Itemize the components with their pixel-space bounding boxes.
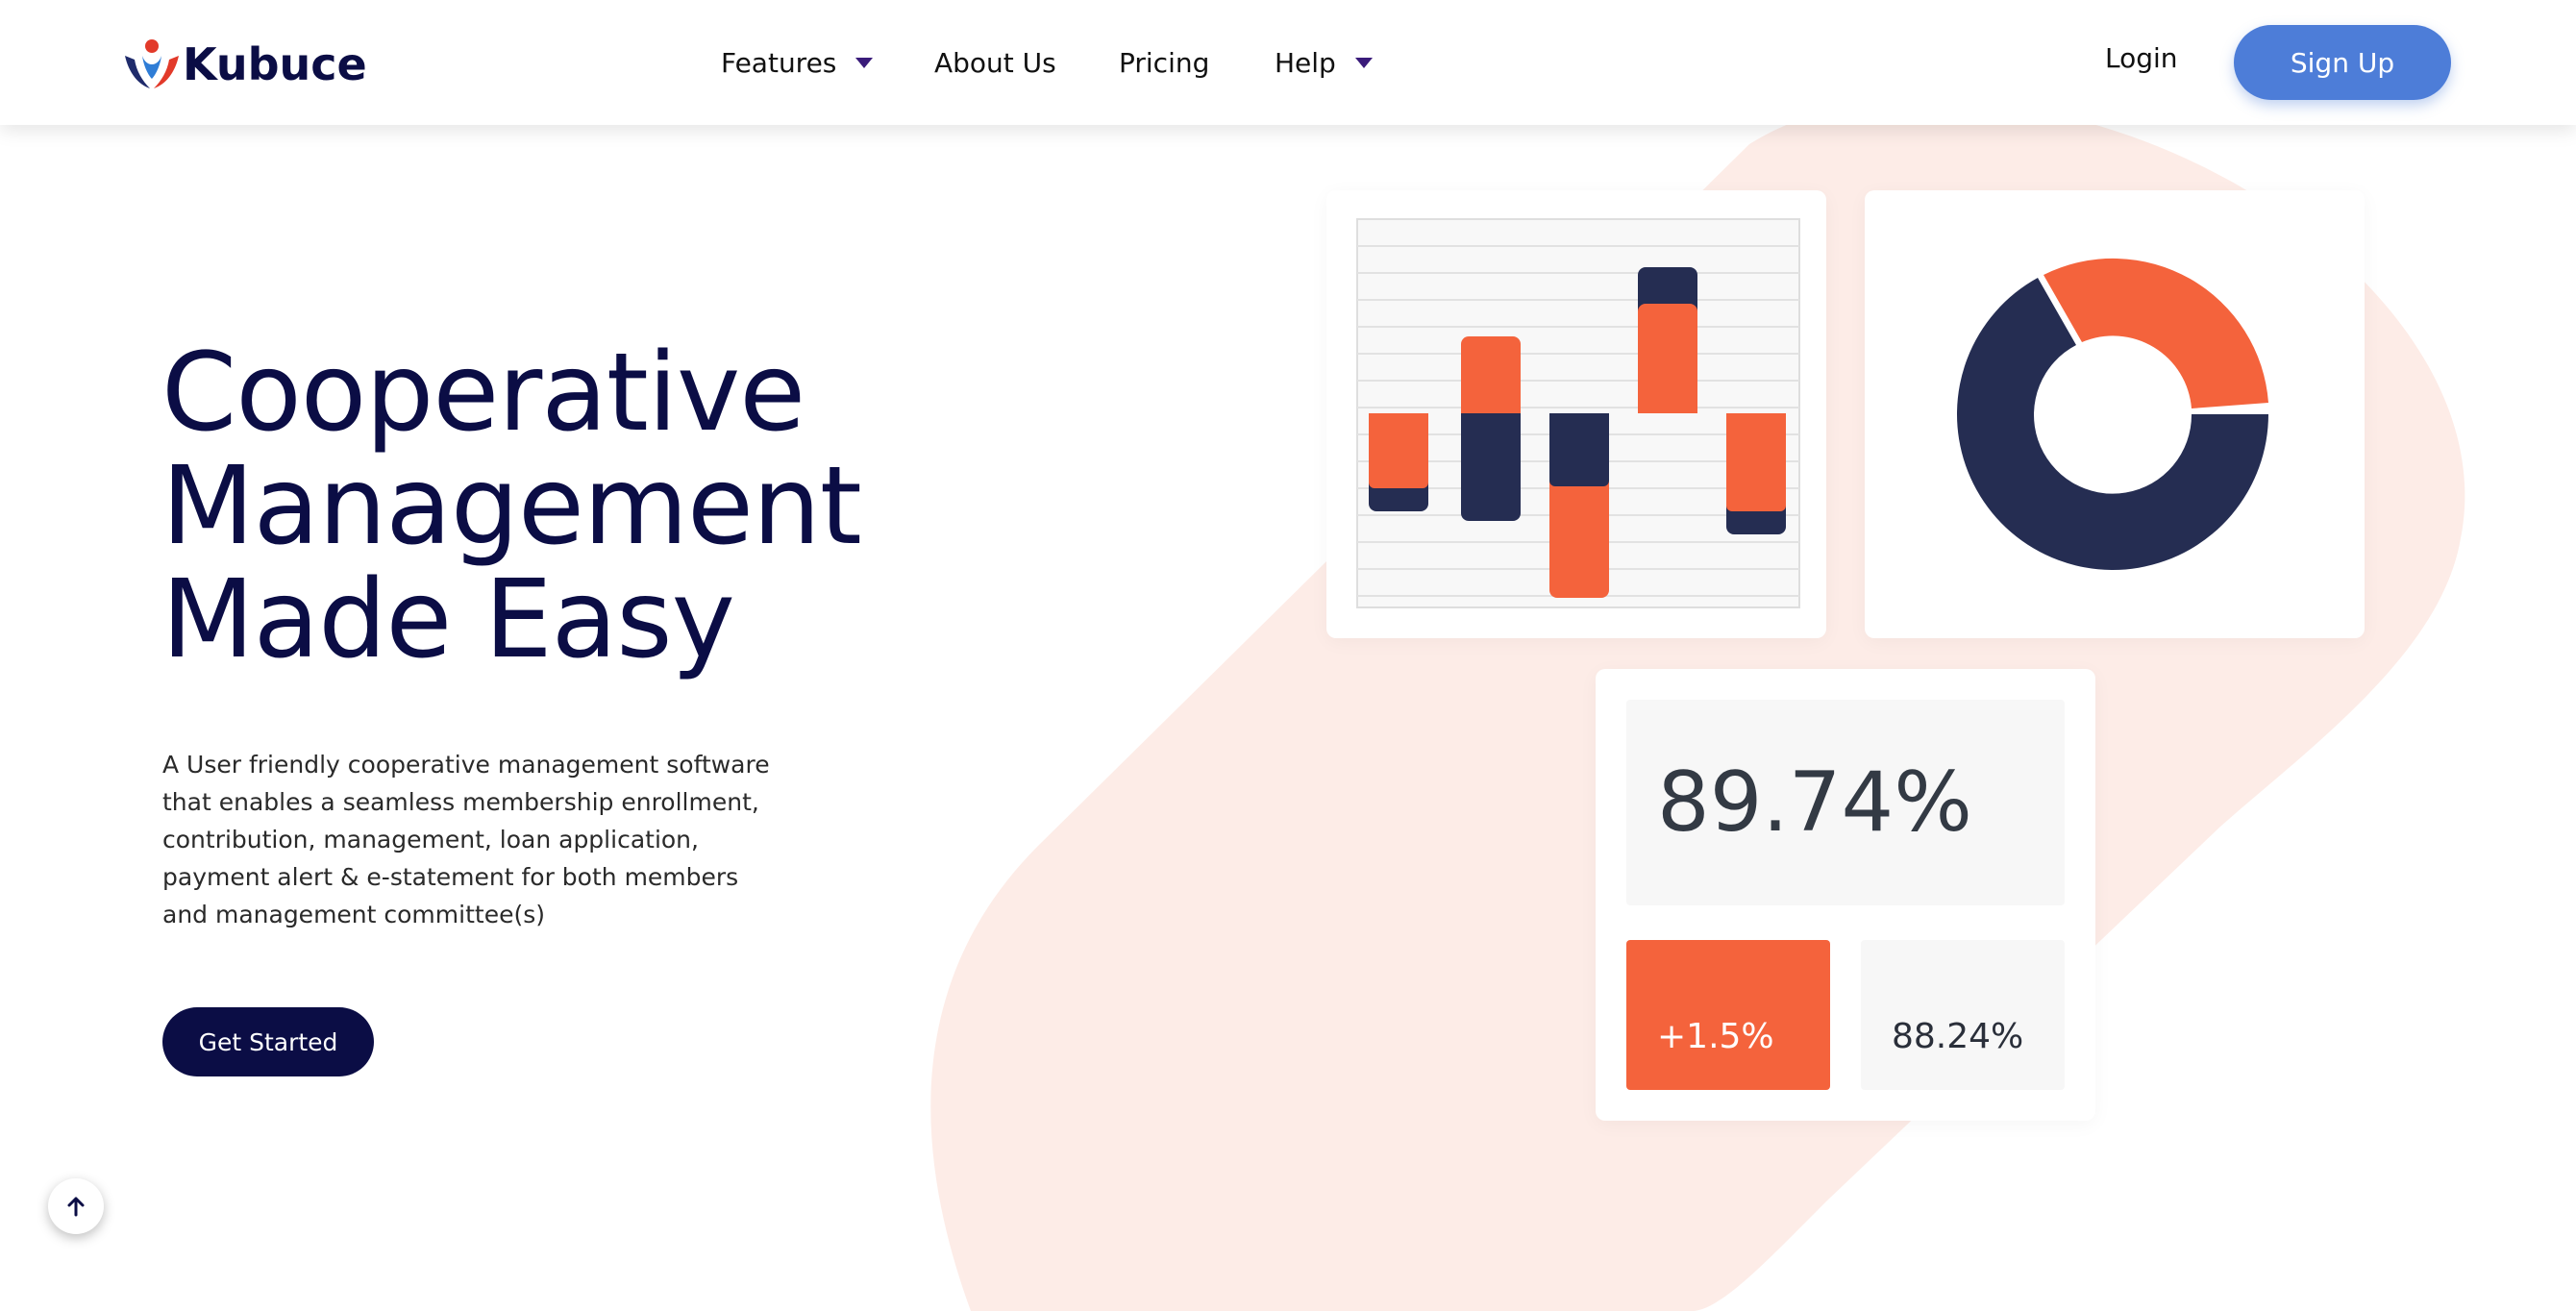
donut-chart-graphic <box>1957 258 2268 570</box>
nav-about-us[interactable]: About Us <box>934 40 1056 85</box>
bar-chart-graphic <box>1356 218 1800 608</box>
hero-title-line: Made Easy <box>161 557 735 682</box>
bar-orange-cap <box>1369 413 1428 423</box>
nav-features-label: Features <box>721 46 837 79</box>
hero-title-line: Cooperative <box>161 331 805 456</box>
bar-dark <box>1549 413 1609 486</box>
nav-about-us-label: About Us <box>934 46 1056 79</box>
logo-text: Kubuce <box>183 38 367 90</box>
stat-main-value: 89.74% <box>1657 754 1972 851</box>
top-navbar: Kubuce Features About Us Pricing Help Lo… <box>0 0 2576 125</box>
bar-orange <box>1638 304 1697 413</box>
bar-orange <box>1461 336 1521 425</box>
hero-title-line: Management <box>161 444 862 569</box>
stat-alt-tile: 88.24% <box>1861 940 2065 1090</box>
nav-pricing-label: Pricing <box>1119 46 1210 79</box>
bar-dark-cap <box>1549 413 1609 423</box>
nav-pricing[interactable]: Pricing <box>1119 40 1209 85</box>
caret-down-icon <box>1354 57 1373 68</box>
hero-description: A User friendly cooperative management s… <box>162 751 770 928</box>
stat-main-tile: 89.74% <box>1626 700 2065 905</box>
bar-orange-cap <box>1726 413 1786 423</box>
login-link[interactable]: Login <box>2105 42 2178 74</box>
caret-down-icon <box>855 57 874 68</box>
stat-delta-value: +1.5% <box>1657 1017 1774 1056</box>
bar-chart-card <box>1326 190 1826 638</box>
get-started-button[interactable]: Get Started <box>162 1007 374 1076</box>
bar-dark <box>1461 413 1521 521</box>
bar-orange-cap <box>1638 400 1697 413</box>
signup-button[interactable]: Sign Up <box>2234 25 2451 100</box>
arrow-up-icon <box>67 1197 85 1217</box>
stat-delta-tile: +1.5% <box>1626 940 1830 1090</box>
donut-chart-card <box>1865 190 2365 638</box>
nav-help[interactable]: Help <box>1275 40 1373 85</box>
bar-orange <box>1726 413 1786 511</box>
donut-segment-orange <box>2043 258 2268 408</box>
stat-alt-value: 88.24% <box>1892 1017 2024 1056</box>
nav-features[interactable]: Features <box>721 40 874 85</box>
nav-help-label: Help <box>1275 46 1336 79</box>
bar-dark-cap <box>1461 413 1521 427</box>
scroll-to-top-button[interactable] <box>48 1178 104 1234</box>
bar-orange <box>1369 413 1428 488</box>
hero-title: Cooperative Management Made Easy <box>161 336 1027 677</box>
stats-card: 89.74% +1.5% 88.24% <box>1596 669 2095 1121</box>
logo-icon <box>125 39 179 88</box>
brand-logo[interactable]: Kubuce <box>121 35 367 94</box>
